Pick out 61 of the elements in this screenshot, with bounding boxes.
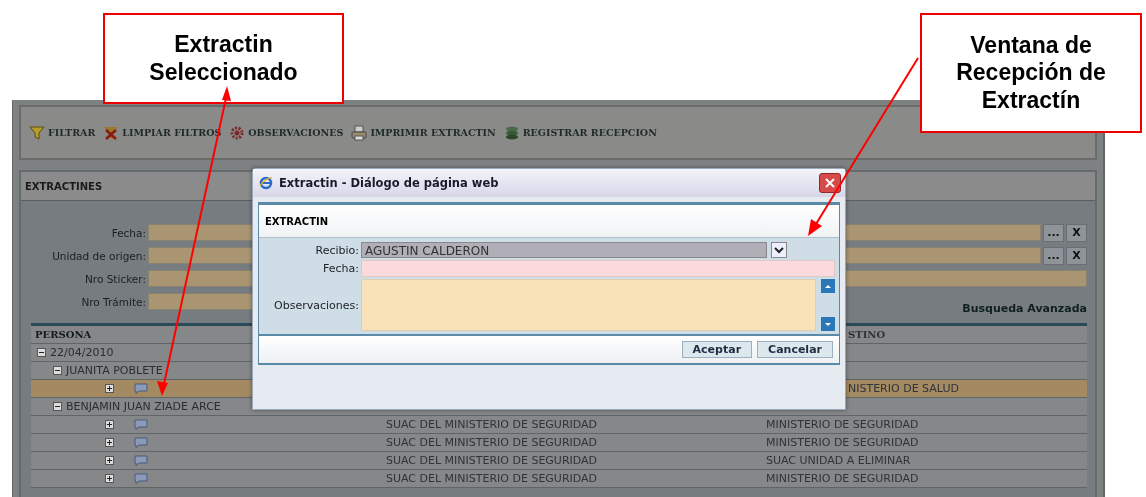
advanced-search-link[interactable]: Busqueda Avanzada: [962, 302, 1087, 315]
expand-icon[interactable]: [105, 384, 114, 393]
group-label: BENJAMIN JUAN ZIADE ARCE: [66, 400, 221, 413]
collapse-icon[interactable]: [53, 366, 62, 375]
column-header: STINO: [848, 329, 886, 340]
observations-field[interactable]: [361, 279, 816, 331]
field-label: Observaciones:: [273, 298, 359, 312]
collapse-icon[interactable]: [53, 402, 62, 411]
expand-icon[interactable]: [105, 438, 114, 447]
close-button[interactable]: [819, 173, 841, 193]
browser-icon: [259, 176, 273, 190]
funnel-cross-icon: [103, 124, 120, 141]
expand-icon[interactable]: [105, 474, 114, 483]
funnel-icon: [29, 124, 45, 141]
table-cell: MINISTERIO DE SEGURIDAD: [766, 436, 919, 449]
toolbar-button[interactable]: OBSERVACIONES: [229, 124, 344, 141]
table-row[interactable]: SUAC DEL MINISTERIO DE SEGURIDAD MINISTERIO DE SEGURIDAD: [31, 470, 1087, 488]
picker-button[interactable]: ...: [1043, 223, 1064, 242]
table-row[interactable]: SUAC DEL MINISTERIO DE SEGURIDAD MINISTERIO DE SEGURIDAD: [31, 416, 1087, 434]
field-label: Recibio:: [314, 243, 359, 257]
table-cell: MINISTERIO DE SEGURIDAD: [766, 418, 919, 431]
dialog-button[interactable]: Cancelar: [757, 341, 833, 358]
callout-box: Ventana de Recepción de Extractín: [920, 13, 1142, 133]
gear-icon: [229, 124, 246, 141]
picker-button[interactable]: X: [1066, 246, 1087, 265]
toolbar-button[interactable]: FILTRAR: [29, 124, 96, 141]
collapse-icon[interactable]: [37, 348, 46, 357]
table-row[interactable]: SUAC DEL MINISTERIO DE SEGURIDAD MINISTERIO DE SEGURIDAD: [31, 434, 1087, 452]
field-label: Fecha:: [322, 262, 359, 275]
expand-icon[interactable]: [105, 420, 114, 429]
table-cell: SUAC UNIDAD A ELIMINAR: [766, 454, 911, 467]
table-cell: SUAC DEL MINISTERIO DE SEGURIDAD: [386, 436, 598, 449]
dropdown-field[interactable]: AGUSTIN CALDERON: [361, 242, 767, 258]
filter-label: Fecha:: [110, 226, 146, 239]
expand-icon[interactable]: [105, 456, 114, 465]
chevron-down-icon[interactable]: [771, 242, 787, 258]
column-header: PERSONA: [35, 329, 92, 340]
filter-label: Nro Sticker:: [84, 272, 146, 285]
table-cell: SUAC DEL MINISTERIO DE SEGURIDAD: [386, 418, 598, 431]
dialog-button[interactable]: Aceptar: [681, 341, 753, 358]
picker-button[interactable]: ...: [1043, 246, 1064, 265]
filter-label: Unidad de origen:: [51, 249, 146, 262]
table-cell: SUAC DEL MINISTERIO DE SEGURIDAD: [386, 472, 598, 485]
date-field[interactable]: [361, 260, 835, 277]
close-icon[interactable]: [824, 177, 836, 189]
scroll-up-icon[interactable]: [821, 279, 835, 293]
group-label: 22/04/2010: [50, 346, 114, 359]
stack-icon: [503, 124, 520, 141]
table-cell: MINISTERIO DE SEGURIDAD: [766, 472, 919, 485]
printer-icon: [351, 124, 368, 141]
table-cell: NISTERIO DE SALUD: [848, 382, 959, 395]
table-row[interactable]: SUAC DEL MINISTERIO DE SEGURIDAD SUAC UNIDAD A ELIMINAR: [31, 452, 1087, 470]
toolbar-button[interactable]: REGISTRAR RECEPCION: [503, 124, 657, 141]
dialog-title: Extractin - Diálogo de página web: [279, 176, 499, 190]
filter-label: Nro Trámite:: [80, 295, 146, 308]
table-cell: SUAC DEL MINISTERIO DE SEGURIDAD: [386, 454, 598, 467]
toolbar-button[interactable]: IMPRIMIR EXTRACTIN: [351, 124, 496, 141]
scroll-down-icon[interactable]: [821, 317, 835, 331]
group-label: JUANITA POBLETE: [66, 364, 163, 377]
picker-button[interactable]: X: [1066, 223, 1087, 242]
callout-box: Extractin Seleccionado: [103, 13, 344, 104]
